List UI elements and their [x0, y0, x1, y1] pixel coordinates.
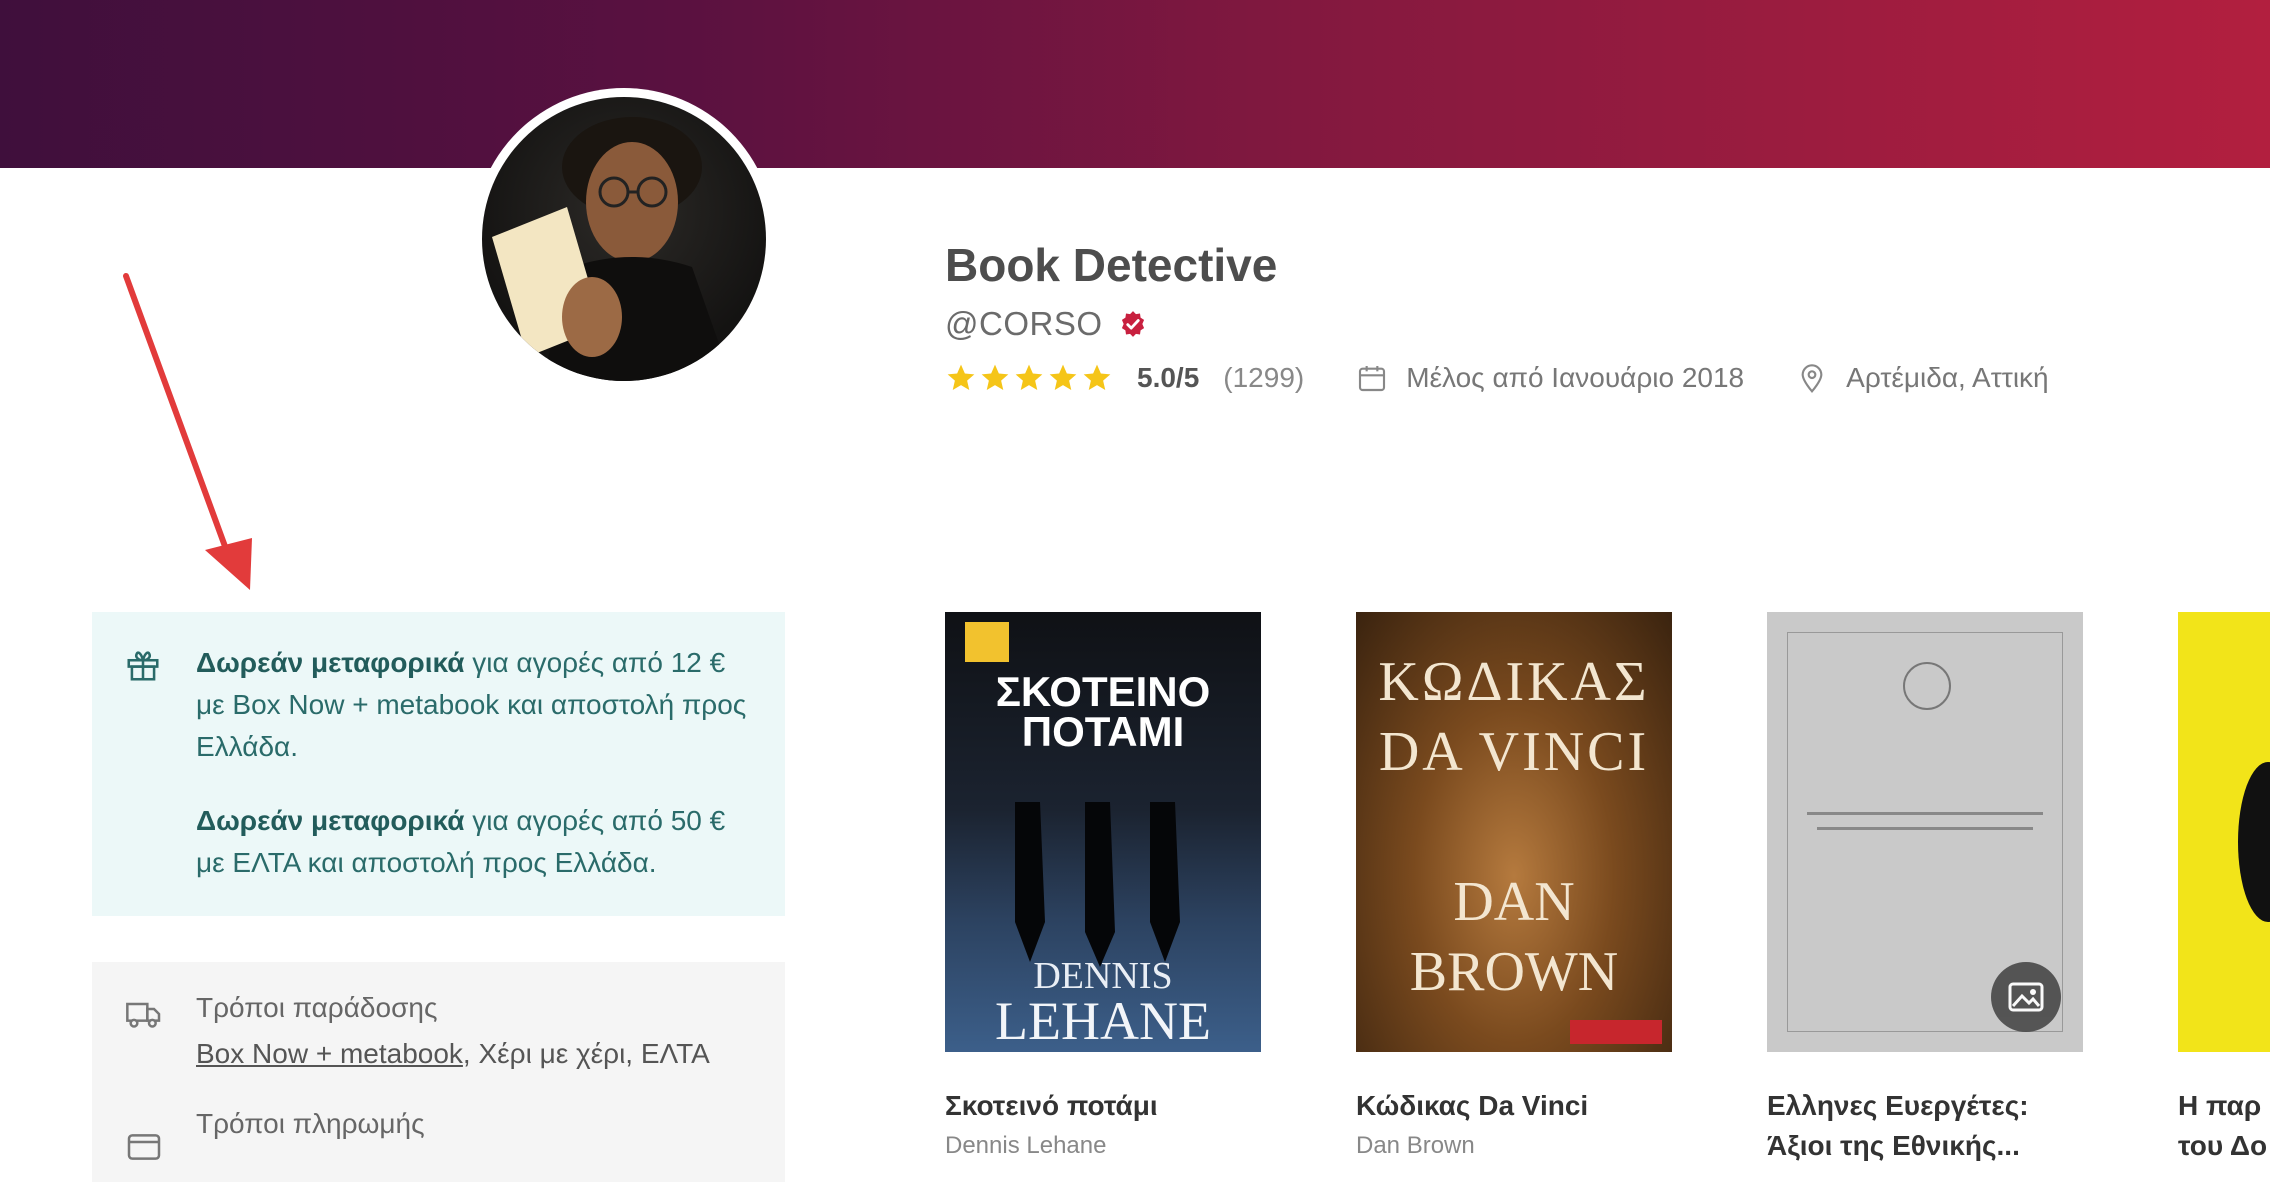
star-icon	[981, 364, 1009, 390]
cover-emblem	[1903, 662, 1951, 710]
gift-icon	[127, 651, 159, 681]
profile-location: Αρτέμιδα, Αττική	[1796, 362, 2049, 394]
promo-line-1-bold: Δωρεάν μεταφορικά	[196, 647, 465, 678]
truck-icon	[126, 1002, 161, 1028]
member-since-text: Μέλος από Ιανουάριο 2018	[1406, 362, 1745, 393]
free-shipping-promo: Δωρεάν μεταφορικά για αγορές από 12 € με…	[92, 612, 785, 916]
cover-title-line-1: ΚΩΔΙΚΑΣ	[1378, 651, 1650, 713]
star-icon	[1083, 364, 1111, 390]
book-title[interactable]: Η παρ του Δο	[2178, 1086, 2270, 1166]
book-title[interactable]: Ελληνες Ευεργέτες: Άξιοι της Εθνικής...	[1767, 1086, 2083, 1166]
location-pin-icon	[1801, 364, 1823, 393]
book-card[interactable]: Ελληνες Ευεργέτες: Άξιοι της Εθνικής...	[1767, 612, 2083, 1166]
promo-line-1: Δωρεάν μεταφορικά για αγορές από 12 € με…	[196, 642, 755, 768]
cover-title: ΣΚΟΤΕΙΝΟ ΠΟΤΑΜΙ	[995, 668, 1211, 755]
profile-name: Book Detective	[945, 239, 1278, 291]
promo-line-2: Δωρεάν μεταφορικά για αγορές από 50 € με…	[196, 800, 755, 884]
book-cover[interactable]	[1767, 612, 2083, 1052]
publisher-logo	[965, 622, 1009, 662]
payment-title: Τρόποι πληρωμής	[196, 1108, 425, 1139]
handle-row: @CORSO	[945, 305, 1147, 343]
book-cover[interactable]: ΣΚΟΤΕΙΝΟ ΠΟΤΑΜΙ DENNIS LEHANE	[945, 612, 1261, 1052]
book-title-line-1[interactable]: Ελληνες Ευεργέτες:	[1767, 1090, 2029, 1121]
delivery-info: Τρόποι παράδοσης Box Now + metabook, Χέρ…	[92, 962, 785, 1182]
promo-line-2-bold: Δωρεάν μεταφορικά	[196, 805, 465, 836]
reviews-count[interactable]: (1299)	[1223, 362, 1304, 394]
delivery-values: Box Now + metabook, Χέρι με χέρι, ΕΛΤΑ	[196, 1038, 755, 1070]
book-title-line-2[interactable]: Άξιοι της Εθνικής...	[1767, 1130, 2020, 1161]
delivery-values-text: , Χέρι με χέρι, ΕΛΤΑ	[462, 1038, 710, 1069]
book-title-line-2[interactable]: του Δο	[2178, 1130, 2267, 1161]
star-icon	[947, 364, 975, 390]
annotation-arrow-icon	[123, 273, 252, 590]
cover-author-last: BROWN	[1409, 941, 1619, 1003]
profile-meta: 5.0/5 (1299) Μέλος από Ιανουάριο 2018 Αρ…	[945, 362, 2049, 394]
book-card[interactable]: ΣΚΟΤΕΙΝΟ ΠΟΤΑΜΙ DENNIS LEHANE Σκοτεινό π…	[945, 612, 1261, 1160]
rating-stars	[945, 362, 1113, 394]
publisher-logo	[1570, 1020, 1662, 1044]
cover-art	[1015, 802, 1180, 967]
book-cover[interactable]: ΚΩΔΙΚΑΣ DA VINCI DAN BROWN	[1356, 612, 1672, 1052]
cover-text-line	[1807, 812, 2043, 815]
book-title[interactable]: Κώδικας Da Vinci	[1356, 1086, 1672, 1126]
book-author: Dennis Lehane	[945, 1132, 1107, 1159]
cover-text-line	[1817, 827, 2033, 830]
verified-badge-icon	[1121, 311, 1144, 337]
book-cover[interactable]	[2178, 612, 2270, 1052]
book-title-line-1[interactable]: Η παρ	[2178, 1090, 2261, 1121]
avatar	[473, 88, 775, 390]
book-card[interactable]: ΚΩΔΙΚΑΣ DA VINCI DAN BROWN Κώδικας Da Vi…	[1356, 612, 1672, 1160]
book-title[interactable]: Σκοτεινό ποτάμι	[945, 1086, 1261, 1126]
photo-gallery-button[interactable]	[1991, 962, 2061, 1032]
payment-card-icon	[127, 1134, 161, 1160]
profile-handle: @CORSO	[945, 305, 1103, 342]
member-since: Μέλος από Ιανουάριο 2018	[1356, 362, 1744, 394]
cover-author-first: DAN	[1453, 871, 1575, 933]
cover-author-last: LEHANE	[995, 991, 1211, 1051]
avatar-photo	[482, 97, 766, 381]
cover-art	[2238, 762, 2270, 922]
delivery-title: Τρόποι παράδοσης	[196, 992, 438, 1023]
book-author: Dan Brown	[1356, 1132, 1475, 1159]
image-icon	[2008, 982, 2044, 1012]
star-icon	[1049, 364, 1077, 390]
box-now-link[interactable]: Box Now + metabook	[196, 1038, 463, 1069]
location-text: Αρτέμιδα, Αττική	[1846, 362, 2049, 393]
star-icon	[1015, 364, 1043, 390]
calendar-icon	[1359, 366, 1386, 392]
cover-title-line-2: DA VINCI	[1378, 721, 1650, 783]
book-card[interactable]: Η παρ του Δο	[2178, 612, 2270, 1166]
profile-banner	[0, 0, 2270, 168]
rating-value: 5.0/5	[1137, 362, 1200, 393]
